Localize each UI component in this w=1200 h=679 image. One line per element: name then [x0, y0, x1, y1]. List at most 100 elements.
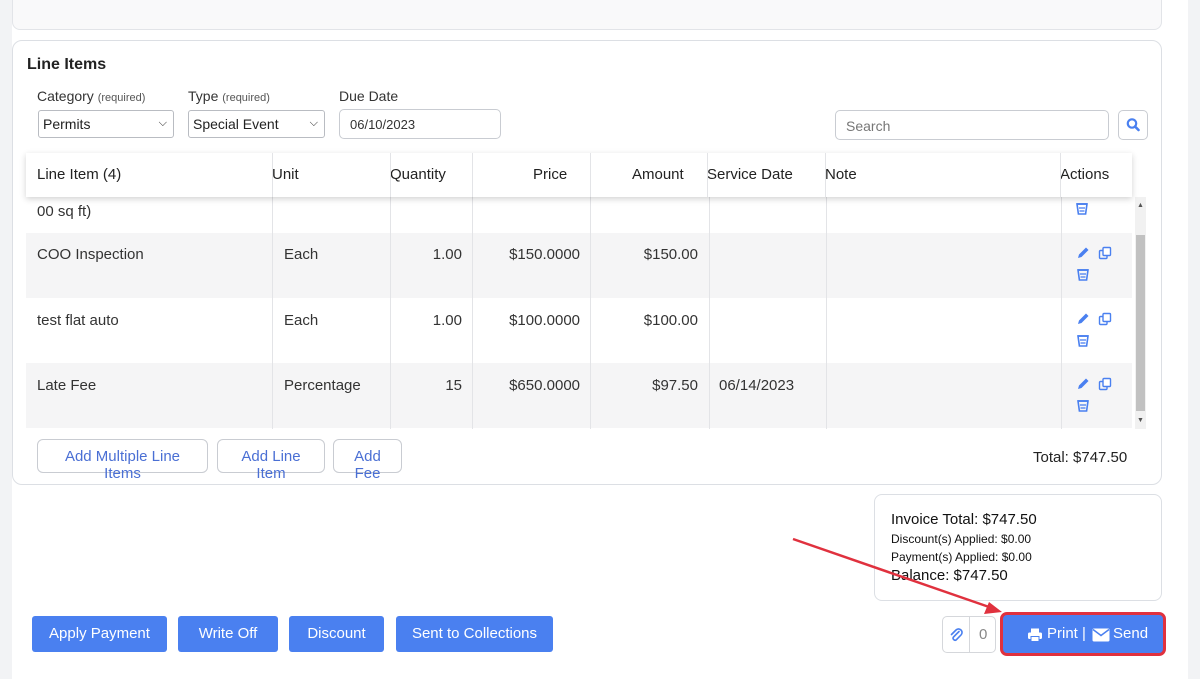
- trash-icon[interactable]: [1076, 399, 1090, 413]
- divider: [390, 153, 391, 197]
- edit-icon[interactable]: [1076, 312, 1090, 326]
- search-icon: [1126, 118, 1140, 132]
- unit-cell: Each: [284, 246, 319, 263]
- type-label: Type (required): [188, 88, 270, 104]
- type-required: (required): [222, 92, 270, 104]
- category-select[interactable]: Permits ⌵: [38, 110, 174, 138]
- divider: [826, 197, 827, 429]
- amount-cell: $100.00: [643, 312, 698, 329]
- divider: [472, 153, 473, 197]
- invoice-summary: Invoice Total: $747.50 Discount(s) Appli…: [874, 494, 1162, 601]
- quantity-cell: 15: [445, 377, 462, 394]
- unit-cell: Each: [284, 312, 319, 329]
- amount-cell: $97.50: [652, 377, 698, 394]
- line-item-cell: 00 sq ft): [37, 203, 92, 220]
- col-quantity: Quantity: [390, 166, 446, 183]
- quantity-cell: 1.00: [432, 246, 462, 263]
- divider: [825, 153, 826, 197]
- line-items-total: Total: $747.50: [1033, 449, 1128, 466]
- type-value: Special Event: [193, 116, 279, 132]
- table-scrollbar[interactable]: ▲ ▼: [1135, 197, 1146, 429]
- category-required: (required): [97, 92, 146, 104]
- col-price: Price: [533, 166, 568, 183]
- section-title: Line Items: [27, 56, 107, 73]
- search-button[interactable]: [1118, 110, 1148, 140]
- due-date-input[interactable]: 06/10/2023: [339, 109, 501, 139]
- add-line-item-button[interactable]: Add Line Item: [217, 439, 325, 482]
- copy-icon[interactable]: [1098, 246, 1112, 260]
- divider: [472, 197, 473, 429]
- type-label-text: Type: [188, 88, 219, 104]
- divider: [390, 197, 391, 429]
- divider: [272, 197, 273, 429]
- unit-cell: Percentage: [284, 377, 361, 394]
- copy-icon[interactable]: [1098, 312, 1112, 326]
- scroll-down-arrow[interactable]: ▼: [1137, 417, 1144, 424]
- table-header: Line Item (4) Unit Quantity Price Amount…: [26, 153, 1132, 197]
- attachment-count: 0: [979, 626, 988, 643]
- col-amount: Amount: [632, 166, 684, 183]
- type-select[interactable]: Special Event ⌵: [188, 110, 325, 138]
- attachments-button[interactable]: 0: [942, 616, 996, 653]
- trash-icon[interactable]: [1076, 334, 1090, 348]
- print-label: Print |: [1047, 625, 1086, 642]
- price-cell: $150.0000: [509, 246, 580, 263]
- previous-section-card: [12, 0, 1162, 30]
- line-item-cell: test flat auto: [37, 312, 119, 329]
- payments-applied: Payment(s) Applied: $0.00: [891, 550, 1032, 564]
- write-off-button[interactable]: Write Off: [178, 616, 278, 652]
- table-row: Late Fee Percentage 15 $650.0000 $97.50 …: [26, 363, 1132, 428]
- trash-icon[interactable]: [1076, 268, 1090, 282]
- print-send-button[interactable]: Print | Send: [1000, 612, 1166, 656]
- chevron-down-icon: ⌵: [309, 117, 318, 129]
- table-row: test flat auto Each 1.00 $100.0000 $100.…: [26, 298, 1132, 363]
- col-service-date: Service Date: [707, 166, 793, 183]
- add-multiple-line-items-button[interactable]: Add Multiple Line Items: [37, 439, 208, 482]
- printer-icon: [1028, 628, 1042, 642]
- edit-icon[interactable]: [1076, 377, 1090, 391]
- quantity-cell: 1.00: [432, 312, 462, 329]
- scrollbar-thumb[interactable]: [1136, 235, 1145, 411]
- line-item-cell: COO Inspection: [37, 246, 144, 263]
- divider: [272, 153, 273, 197]
- col-line-item: Line Item (4): [37, 166, 122, 183]
- line-item-cell: Late Fee: [37, 377, 97, 394]
- sent-to-collections-button[interactable]: Sent to Collections: [396, 616, 553, 652]
- edit-icon[interactable]: [1076, 246, 1090, 260]
- discounts-applied: Discount(s) Applied: $0.00: [891, 532, 1032, 546]
- envelope-icon: [1092, 628, 1110, 642]
- category-label-text: Category: [37, 88, 94, 104]
- divider: [969, 617, 970, 652]
- price-cell: $100.0000: [509, 312, 580, 329]
- amount-cell: $150.00: [643, 246, 698, 263]
- due-date-label: Due Date: [339, 88, 399, 104]
- add-fee-button[interactable]: Add Fee: [333, 439, 402, 482]
- send-label: Send: [1113, 625, 1149, 642]
- divider: [1061, 197, 1062, 429]
- scroll-up-arrow[interactable]: ▲: [1137, 202, 1144, 209]
- divider: [1060, 153, 1061, 197]
- category-label: Category (required): [37, 88, 145, 104]
- balance: Balance: $747.50: [891, 567, 1008, 584]
- search-input[interactable]: Search: [835, 110, 1109, 140]
- trash-icon[interactable]: [1075, 202, 1089, 216]
- col-note: Note: [825, 166, 857, 183]
- divider: [707, 153, 708, 197]
- paperclip-icon: [950, 628, 963, 641]
- divider: [590, 153, 591, 197]
- price-cell: $650.0000: [509, 377, 580, 394]
- col-unit: Unit: [272, 166, 299, 183]
- category-value: Permits: [43, 116, 91, 132]
- divider: [590, 197, 591, 429]
- service-date-cell: 06/14/2023: [719, 377, 795, 394]
- table-row: 00 sq ft): [26, 197, 1132, 233]
- line-items-table: Line Item (4) Unit Quantity Price Amount…: [26, 153, 1146, 431]
- table-row: COO Inspection Each 1.00 $150.0000 $150.…: [26, 233, 1132, 298]
- chevron-down-icon: ⌵: [158, 117, 167, 129]
- invoice-total: Invoice Total: $747.50: [891, 511, 1037, 528]
- apply-payment-button[interactable]: Apply Payment: [32, 616, 167, 652]
- divider: [709, 197, 710, 429]
- discount-button[interactable]: Discount: [289, 616, 384, 652]
- copy-icon[interactable]: [1098, 377, 1112, 391]
- col-actions: Actions: [1060, 166, 1110, 183]
